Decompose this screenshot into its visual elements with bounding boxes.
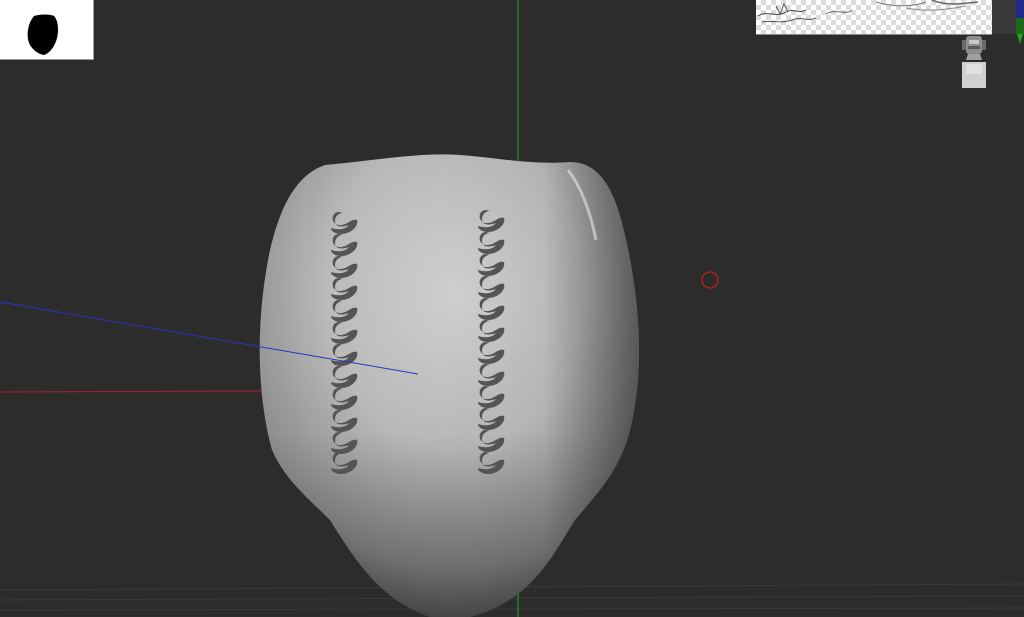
- head-gizmo-icon[interactable]: [952, 34, 996, 90]
- viewport-canvas[interactable]: [0, 0, 1024, 617]
- silhouette-icon: [27, 14, 58, 55]
- reference-image-icon: [757, 0, 979, 23]
- sculpt-mesh[interactable]: [259, 154, 640, 617]
- reference-image-strip[interactable]: [756, 0, 992, 35]
- x-axis-line: [0, 390, 263, 393]
- scene: [0, 0, 1024, 617]
- axis-indicator: [1016, 0, 1024, 44]
- silhouette-thumbnail[interactable]: [0, 0, 94, 60]
- circle-marker-icon[interactable]: [701, 271, 719, 289]
